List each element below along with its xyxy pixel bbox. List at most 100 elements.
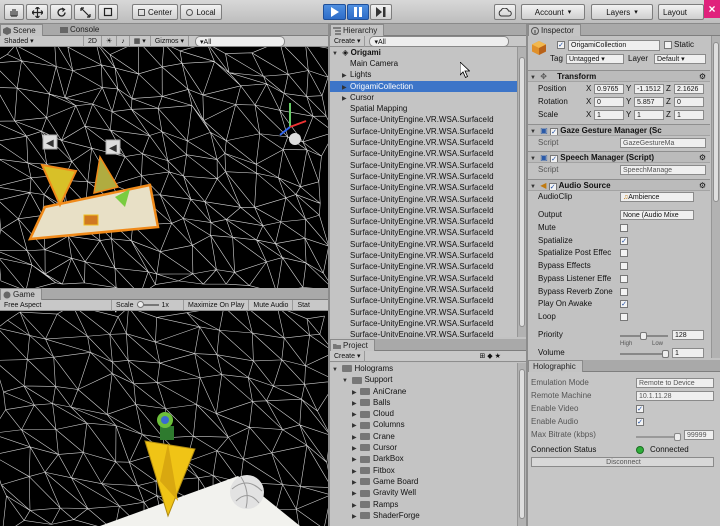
axis-z-label[interactable]: Z [666,96,671,108]
spatialize-checkbox[interactable]: ✓ [620,236,628,245]
hierarchy-item[interactable]: Surface-UnityEngine.VR.WSA.SurfaceId [330,273,517,284]
emulation-dropdown[interactable]: Remote to Device [636,378,714,388]
axis-x-label[interactable]: X [586,83,591,95]
transform-header[interactable]: ▼ ✥ Transform ⚙ [528,70,710,82]
component-settings-icon[interactable]: ⚙ [699,180,706,190]
mute-checkbox[interactable] [620,224,628,232]
pause-button[interactable] [347,4,369,20]
static-checkbox[interactable] [664,41,672,49]
gizmos-dropdown[interactable]: Gizmos ▾ [151,35,190,47]
gaze-enabled-checkbox[interactable]: ✓ [550,128,559,135]
expand-arrow-icon[interactable]: ▼ [342,376,350,387]
axis-z-label[interactable]: Z [666,109,671,121]
expand-arrow-icon[interactable]: ▼ [332,365,340,376]
tab-console[interactable]: Console [58,24,105,36]
hierarchy-item[interactable]: Surface-UnityEngine.VR.WSA.SurfaceId [330,307,517,318]
project-folder-item[interactable]: ▶ Cursor [330,442,517,453]
rotate-tool-icon[interactable] [50,4,72,20]
hierarchy-item[interactable]: Surface-UnityEngine.VR.WSA.SurfaceId [330,182,517,193]
hierarchy-item[interactable]: Spatial Mapping [330,103,517,114]
cloud-icon[interactable] [494,4,516,20]
project-folder-item[interactable]: ▶ Gravity Well [330,487,517,498]
priority-field[interactable]: 128 [672,330,704,340]
scale-z-field[interactable]: 1 [674,110,704,120]
account-dropdown[interactable]: Account [521,4,585,20]
bypass-reverb-checkbox[interactable] [620,287,628,296]
aspect-dropdown[interactable]: Free Aspect [0,299,112,311]
inspector-scrollbar[interactable] [711,36,720,358]
tab-game[interactable]: Game [0,288,42,300]
pivot-local-toggle[interactable]: Local [180,4,222,20]
hierarchy-item[interactable]: ▶ OrigamiCollection [330,80,517,92]
gaze-gesture-manager-header[interactable]: ▼ ▣ ✓ Gaze Gesture Manager (Sc [528,124,710,136]
project-create-dropdown[interactable]: Create ▾ [330,350,366,362]
disconnect-button[interactable]: Disconnect [531,457,714,467]
audio-toggle-icon[interactable]: ♪ [117,35,130,47]
stats-toggle[interactable]: Stat [293,300,313,311]
hierarchy-item[interactable]: Surface-UnityEngine.VR.WSA.SurfaceId [330,216,517,227]
rect-tool-icon[interactable] [98,4,118,20]
max-bitrate-slider[interactable] [636,433,681,441]
hierarchy-item[interactable]: ▶ Cursor [330,92,517,103]
project-filter-icon[interactable]: ⊞ ◆ ★ [475,351,504,362]
project-folder-item[interactable]: ▶ Balls [330,397,517,408]
bypass-effects-checkbox[interactable] [620,262,628,271]
project-folder-item[interactable]: ▶ DarkBox [330,453,517,464]
expand-arrow-icon[interactable]: ▼ [332,49,340,60]
hierarchy-item[interactable]: Surface-UnityEngine.VR.WSA.SurfaceId [330,239,517,250]
max-bitrate-slider-handle[interactable] [674,433,681,441]
project-folder-item[interactable]: ▶ Ramps [330,499,517,510]
project-folder-holograms[interactable]: ▼ Holograms [330,363,517,374]
hierarchy-scroll-thumb[interactable] [519,57,525,327]
project-folder-item[interactable]: ▶ Cloud [330,408,517,419]
tab-hierarchy[interactable]: Hierarchy [330,24,385,36]
hand-tool-icon[interactable] [4,4,24,20]
hierarchy-item[interactable]: Surface-UnityEngine.VR.WSA.SurfaceId [330,171,517,182]
spatialize-post-checkbox[interactable] [620,249,628,258]
hierarchy-item[interactable]: Surface-UnityEngine.VR.WSA.SurfaceId [330,318,517,329]
inspector-scroll-thumb[interactable] [713,42,719,202]
maximize-on-play-toggle[interactable]: Maximize On Play [184,299,250,311]
volume-field[interactable]: 1 [672,348,704,358]
project-scrollbar[interactable] [517,363,526,526]
tag-dropdown[interactable]: Untagged ▾ [566,54,624,64]
hierarchy-search-input[interactable]: ▾All [369,35,510,47]
audio-source-header[interactable]: ▼ ◀ ✓ Audio Source ⚙ [528,179,710,191]
project-folder-item[interactable]: ▶ AniCrane [330,386,517,397]
hierarchy-scrollbar[interactable] [517,47,526,337]
hierarchy-item[interactable]: Surface-UnityEngine.VR.WSA.SurfaceId [330,295,517,306]
audioclip-field[interactable]: ♫Ambience [620,192,694,202]
hierarchy-item[interactable]: Surface-UnityEngine.VR.WSA.SurfaceId [330,137,517,148]
lighting-toggle-icon[interactable]: ☀ [102,35,118,47]
shading-dropdown[interactable]: Shaded ▾ [0,35,84,47]
layout-dropdown[interactable]: Layout [658,4,704,20]
project-folder-item[interactable]: ▶ Game Board [330,476,517,487]
game-viewport[interactable] [0,311,328,526]
volume-slider-handle[interactable] [662,350,669,358]
axis-y-label[interactable]: Y [626,96,631,108]
audio-enabled-checkbox[interactable]: ✓ [548,183,557,190]
tab-scene[interactable]: Scene [0,24,43,36]
hierarchy-item[interactable]: Surface-UnityEngine.VR.WSA.SurfaceId [330,261,517,272]
active-checkbox[interactable]: ✓ [557,41,565,49]
mute-audio-toggle[interactable]: Mute Audio [249,299,294,311]
tab-inspector[interactable]: Inspector [528,24,581,36]
tab-holographic[interactable]: Holographic [528,360,583,372]
step-button[interactable] [370,4,392,20]
hierarchy-item[interactable]: Surface-UnityEngine.VR.WSA.SurfaceId [330,126,517,137]
project-folder-item[interactable]: ▶ ShaderForge [330,510,517,521]
axis-x-label[interactable]: X [586,109,591,121]
remote-machine-field[interactable]: 10.1.11.28 [636,391,714,401]
speech-enabled-checkbox[interactable]: ✓ [550,155,559,162]
project-folder-support[interactable]: ▼ Support [330,374,517,385]
hierarchy-item[interactable]: Surface-UnityEngine.VR.WSA.SurfaceId [330,284,517,295]
project-folder-item[interactable]: ▶ Crane [330,431,517,442]
hierarchy-create-dropdown[interactable]: Create ▾ [330,35,366,47]
tab-project[interactable]: Project [330,339,375,351]
priority-slider[interactable] [620,332,668,340]
play-on-awake-checkbox[interactable]: ✓ [620,300,628,309]
scale-tool-icon[interactable] [74,4,96,20]
pivot-center-toggle[interactable]: Center [132,4,178,20]
scale-y-field[interactable]: 1 [634,110,664,120]
max-bitrate-field[interactable]: 99999 [684,430,714,440]
